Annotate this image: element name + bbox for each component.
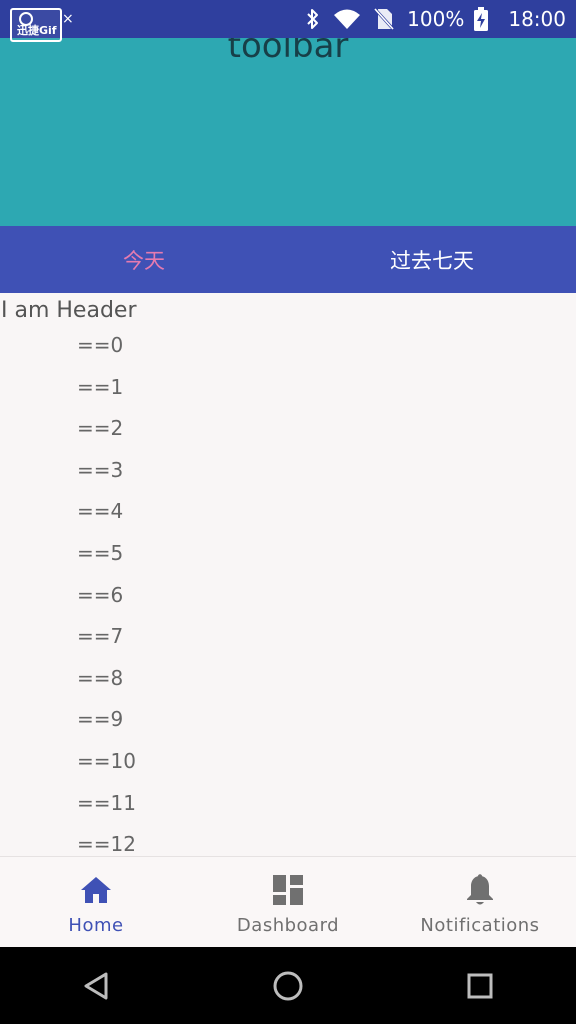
list-container[interactable]: I am Header ==0 ==1 ==2 ==3 ==4 ==5 ==6 … xyxy=(0,293,576,856)
dashboard-icon xyxy=(271,873,305,907)
nav-notifications[interactable]: Notifications xyxy=(384,857,576,947)
list-item[interactable]: ==2 xyxy=(0,412,576,454)
list-item[interactable]: ==1 xyxy=(0,371,576,413)
list-item[interactable]: ==5 xyxy=(0,537,576,579)
tab-bar: 今天 过去七天 xyxy=(0,226,576,293)
list-item[interactable]: ==8 xyxy=(0,662,576,704)
battery-level: 100% xyxy=(407,7,465,31)
list-item[interactable]: ==12 xyxy=(0,828,576,856)
list-item[interactable]: ==10 xyxy=(0,745,576,787)
nav-home[interactable]: Home xyxy=(0,857,192,947)
toolbar-title: toolbar xyxy=(227,38,349,66)
status-bar: 迅捷Gif × 100% 18:00 xyxy=(0,0,576,42)
gif-recorder-badge[interactable]: 迅捷Gif xyxy=(10,8,62,42)
no-sim-icon xyxy=(373,7,396,31)
list-item[interactable]: ==4 xyxy=(0,495,576,537)
bell-icon xyxy=(463,873,497,907)
list-item[interactable]: ==0 xyxy=(0,329,576,371)
clock: 18:00 xyxy=(508,7,566,31)
recents-icon[interactable] xyxy=(450,956,510,1016)
home-circle-icon[interactable] xyxy=(258,956,318,1016)
bluetooth-icon xyxy=(305,8,321,30)
home-icon xyxy=(79,873,113,907)
nav-dashboard[interactable]: Dashboard xyxy=(192,857,384,947)
bottom-navigation: Home Dashboard Notifications xyxy=(0,856,576,947)
list-item[interactable]: ==7 xyxy=(0,620,576,662)
list-item[interactable]: ==11 xyxy=(0,787,576,829)
nav-dashboard-label: Dashboard xyxy=(236,915,340,936)
wifi-icon xyxy=(333,8,361,30)
nav-home-label: Home xyxy=(68,915,124,936)
system-navigation-bar xyxy=(0,947,576,1024)
tab-today[interactable]: 今天 xyxy=(0,226,288,293)
close-icon[interactable]: × xyxy=(62,11,74,27)
toolbar: toolbar xyxy=(0,38,576,226)
status-icons: 100% 18:00 xyxy=(305,0,566,38)
list-item[interactable]: ==9 xyxy=(0,703,576,745)
nav-notifications-label: Notifications xyxy=(420,915,540,936)
back-icon[interactable] xyxy=(66,956,126,1016)
list-item[interactable]: ==3 xyxy=(0,454,576,496)
list-header: I am Header xyxy=(1,298,137,323)
gif-badge-label: 迅捷Gif xyxy=(17,24,57,37)
item-list: ==0 ==1 ==2 ==3 ==4 ==5 ==6 ==7 ==8 ==9 … xyxy=(0,329,576,856)
list-item[interactable]: ==6 xyxy=(0,579,576,621)
battery-charging-icon xyxy=(474,7,489,31)
tab-past-seven-days[interactable]: 过去七天 xyxy=(288,226,576,293)
